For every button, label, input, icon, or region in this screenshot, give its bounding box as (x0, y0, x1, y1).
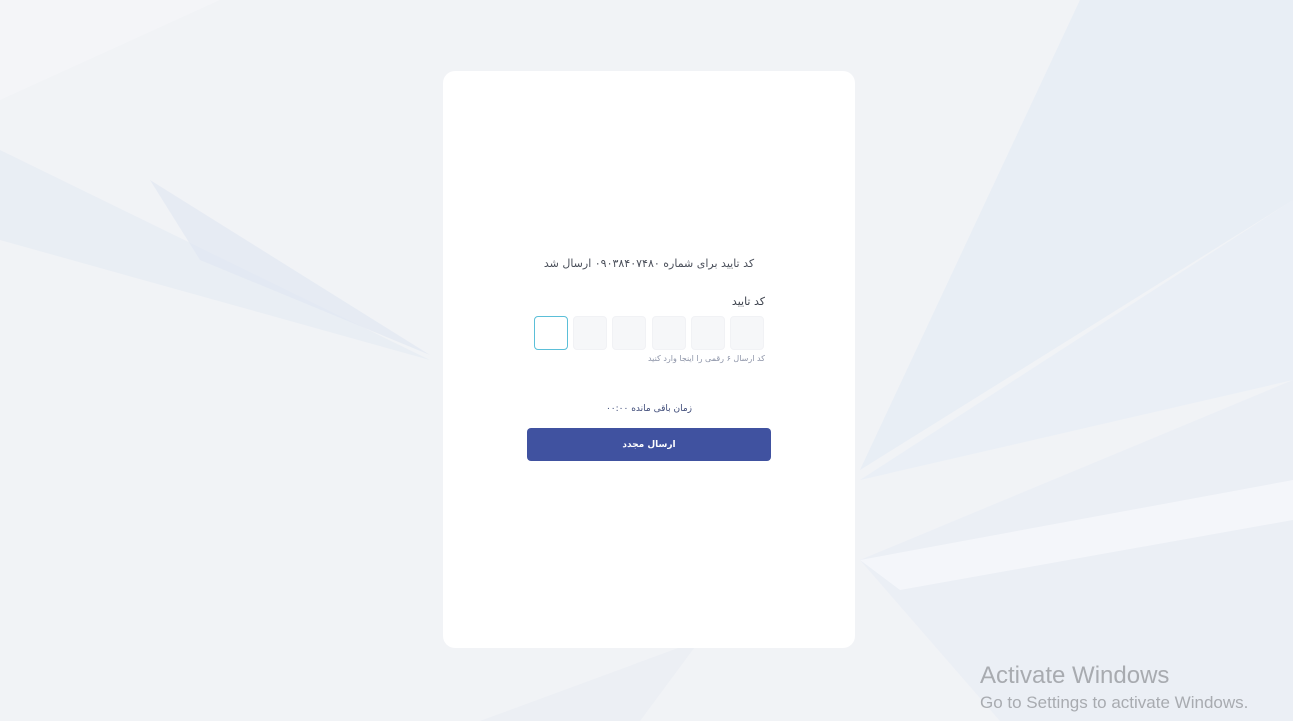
otp-input-group (534, 316, 764, 350)
resend-button[interactable]: ارسال مجدد (527, 428, 771, 461)
otp-digit-5[interactable] (573, 316, 608, 350)
watermark-subtitle: Go to Settings to activate Windows. (980, 693, 1249, 712)
otp-digit-4[interactable] (612, 316, 647, 350)
verification-card: کد تایید برای شماره ۰۹۰۳۸۴۰۷۴۸۰ ارسال شد… (443, 71, 855, 648)
watermark-title: Activate Windows (980, 662, 1170, 689)
activation-watermark: Activate Windows Go to Settings to activ… (980, 662, 1248, 713)
otp-digit-2[interactable] (690, 316, 725, 350)
otp-digit-3[interactable] (651, 316, 686, 350)
code-label: کد تایید (731, 295, 765, 308)
countdown-timer: زمان باقی مانده ۰۰:۰۰ (605, 404, 693, 414)
otp-digit-1[interactable] (729, 316, 764, 350)
otp-digit-6[interactable] (534, 316, 568, 350)
otp-hint: کد ارسال ۶ رقمی را اینجا وارد کنید (647, 354, 765, 363)
sent-message: کد تایید برای شماره ۰۹۰۳۸۴۰۷۴۸۰ ارسال شد (543, 257, 755, 270)
